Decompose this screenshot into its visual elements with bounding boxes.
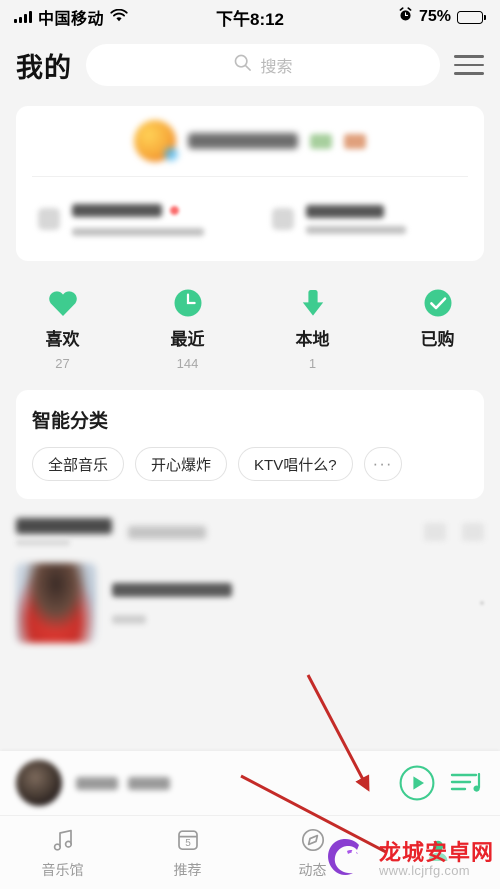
status-bar-right: 75% (398, 7, 486, 27)
carrier-label: 中国移动 (38, 11, 105, 28)
tab-recommend[interactable]: 5 推荐 (125, 816, 250, 889)
tab-label: 推荐 (173, 862, 202, 878)
list-view-icon[interactable] (462, 523, 484, 541)
quick-action-recent[interactable]: 最近 144 (125, 287, 250, 372)
bottom-tab-bar: 音乐馆 5 推荐 动态 (0, 815, 500, 889)
battery-icon (457, 10, 486, 24)
alarm-clock-icon (398, 7, 413, 27)
menu-row-subtitle (72, 228, 204, 236)
menu-row-title (306, 204, 384, 218)
compass-icon (299, 825, 327, 855)
page-title: 我的 (16, 52, 72, 83)
smart-category-chips: 全部音乐 开心爆炸 KTV唱什么? ··· (32, 447, 468, 481)
quick-action-label: 喜欢 (45, 330, 80, 349)
chip-all-music[interactable]: 全部音乐 (32, 447, 125, 481)
quick-action-count: 27 (55, 356, 70, 371)
more-icon[interactable] (480, 601, 484, 605)
smart-category-card: 智能分类 全部音乐 开心爆炸 KTV唱什么? ··· (16, 390, 484, 499)
profile-menu-row[interactable] (250, 177, 484, 261)
tab-label: 动态 (298, 862, 327, 878)
profile-card[interactable] (16, 106, 484, 261)
play-circle-icon[interactable] (398, 764, 436, 802)
album-art[interactable] (16, 760, 62, 806)
clock-icon (172, 287, 204, 319)
wifi-icon (110, 7, 128, 27)
search-input[interactable]: 搜索 (86, 44, 440, 86)
grid-view-icon[interactable] (424, 523, 446, 541)
chip-more-button[interactable]: ··· (363, 447, 402, 481)
playlist-title (112, 582, 232, 597)
menu-row-icon (272, 208, 294, 230)
menu-row-icon (38, 208, 60, 230)
playlist-section-tab[interactable] (128, 525, 206, 539)
now-playing-title (76, 776, 118, 790)
check-circle-icon (422, 287, 454, 319)
phone-screen: 中国移动 下午8:12 75% 我的 搜索 喜欢 27 最近 144 本地 1 … (0, 0, 500, 889)
profile-menu-row[interactable] (16, 177, 250, 261)
battery-percent-label: 75% (418, 8, 451, 25)
svg-text:5: 5 (185, 838, 191, 849)
now-playing-artist (128, 776, 170, 790)
quick-action-purchased[interactable]: 已购 (375, 287, 500, 372)
badge-green (310, 133, 332, 149)
profile-icon (424, 835, 452, 865)
quick-action-local[interactable]: 本地 1 (250, 287, 375, 372)
red-dot-badge (170, 206, 180, 216)
hamburger-menu-icon[interactable] (454, 55, 484, 75)
tab-profile[interactable] (375, 816, 500, 889)
search-icon (233, 53, 252, 77)
playlist-queue-icon[interactable] (450, 768, 484, 798)
profile-summary[interactable] (16, 106, 484, 176)
calendar-icon: 5 (174, 825, 202, 855)
smart-category-title: 智能分类 (32, 411, 109, 432)
music-note-icon (49, 825, 77, 855)
playlist-section-title[interactable] (16, 518, 112, 534)
download-icon (297, 287, 329, 319)
tab-music-hall[interactable]: 音乐馆 (0, 816, 125, 889)
menu-row-title (72, 202, 204, 220)
quick-action-count: 1 (308, 356, 317, 371)
tab-dynamic[interactable]: 动态 (250, 816, 375, 889)
quick-action-label: 最近 (170, 330, 205, 349)
menu-row-subtitle (306, 225, 406, 234)
quick-action-liked[interactable]: 喜欢 27 (0, 287, 125, 372)
tab-label: 音乐馆 (41, 862, 84, 878)
search-placeholder: 搜索 (260, 59, 293, 76)
playlist-cover (16, 563, 96, 643)
playlist-subtitle (112, 614, 146, 624)
playlist-section (0, 515, 500, 643)
chip-ktv[interactable]: KTV唱什么? (238, 447, 353, 481)
list-item[interactable] (16, 563, 484, 643)
status-bar-left: 中国移动 (14, 5, 128, 29)
playlist-section-count (16, 539, 70, 546)
quick-action-label: 本地 (295, 330, 330, 349)
username-label (188, 133, 298, 149)
status-bar: 中国移动 下午8:12 75% (0, 0, 500, 34)
quick-action-label: 已购 (420, 330, 455, 349)
mini-player[interactable] (0, 751, 500, 815)
chip-happy[interactable]: 开心爆炸 (135, 447, 228, 481)
profile-menu-rows (16, 177, 484, 261)
playlist-section-header (16, 515, 484, 549)
quick-actions: 喜欢 27 最近 144 本地 1 已购 (0, 261, 500, 380)
avatar[interactable] (134, 120, 179, 162)
signal-bars-icon (14, 11, 32, 23)
heart-icon (47, 287, 79, 319)
quick-action-count: 144 (176, 356, 199, 371)
badge-orange (344, 133, 366, 149)
app-header: 我的 搜索 (0, 34, 500, 96)
